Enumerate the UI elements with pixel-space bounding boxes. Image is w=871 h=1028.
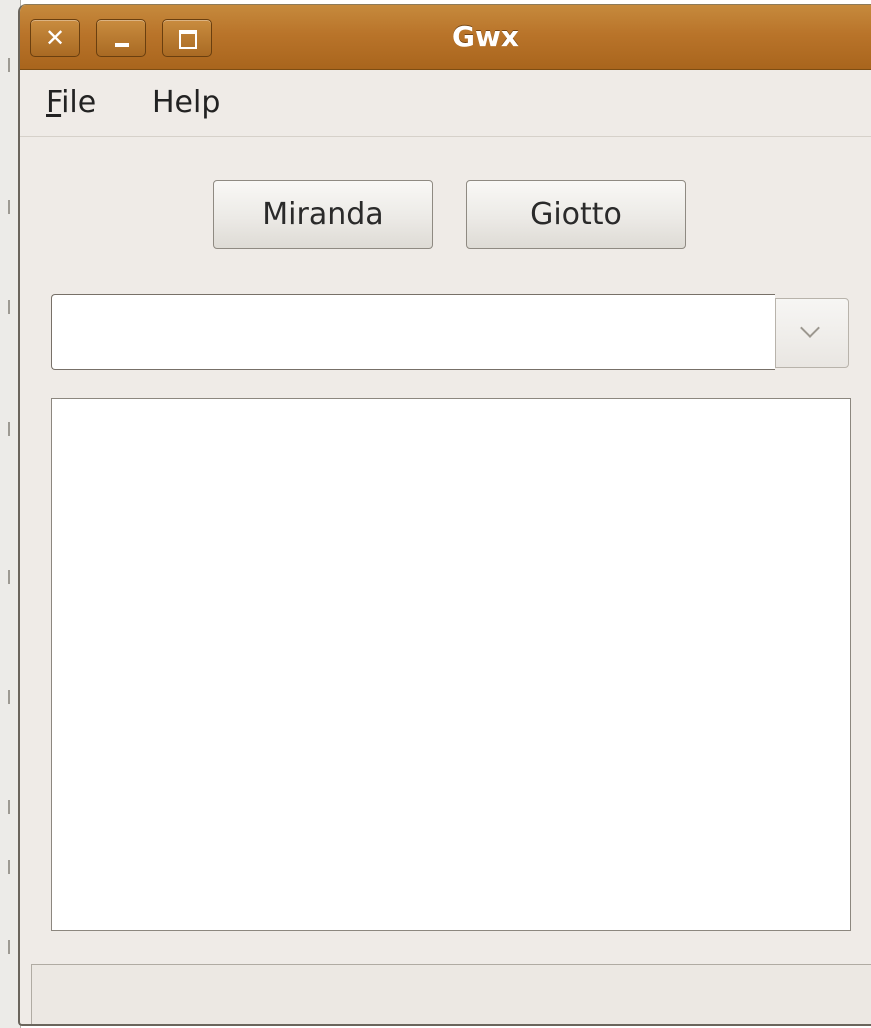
menu-help[interactable]: Help bbox=[152, 84, 220, 122]
menu-file-label: ile bbox=[61, 85, 97, 120]
title-bar[interactable]: ✕ Gwx bbox=[20, 5, 871, 70]
desktop-mark bbox=[8, 200, 10, 214]
desktop-mark bbox=[8, 690, 10, 704]
giotto-button[interactable]: Giotto bbox=[466, 180, 686, 249]
chevron-down-icon bbox=[800, 318, 820, 338]
combo-dropdown-button[interactable] bbox=[775, 298, 849, 368]
desktop-mark bbox=[8, 58, 10, 72]
desktop-mark bbox=[8, 860, 10, 874]
text-area[interactable] bbox=[51, 398, 851, 931]
miranda-button[interactable]: Miranda bbox=[213, 180, 433, 249]
status-bar bbox=[31, 964, 871, 1024]
menu-file-mnemonic: F bbox=[46, 85, 62, 120]
desktop-mark bbox=[8, 570, 10, 584]
combo-entry[interactable] bbox=[51, 294, 775, 370]
menu-file[interactable]: File bbox=[46, 84, 96, 122]
menu-bar: File Help bbox=[20, 70, 871, 137]
app-window: ✕ Gwx File Help Miranda Giotto bbox=[18, 4, 871, 1026]
desktop-mark bbox=[8, 940, 10, 954]
desktop-mark bbox=[8, 800, 10, 814]
window-title: Gwx bbox=[452, 20, 519, 53]
desktop-mark bbox=[8, 422, 10, 436]
desktop-mark bbox=[8, 300, 10, 314]
